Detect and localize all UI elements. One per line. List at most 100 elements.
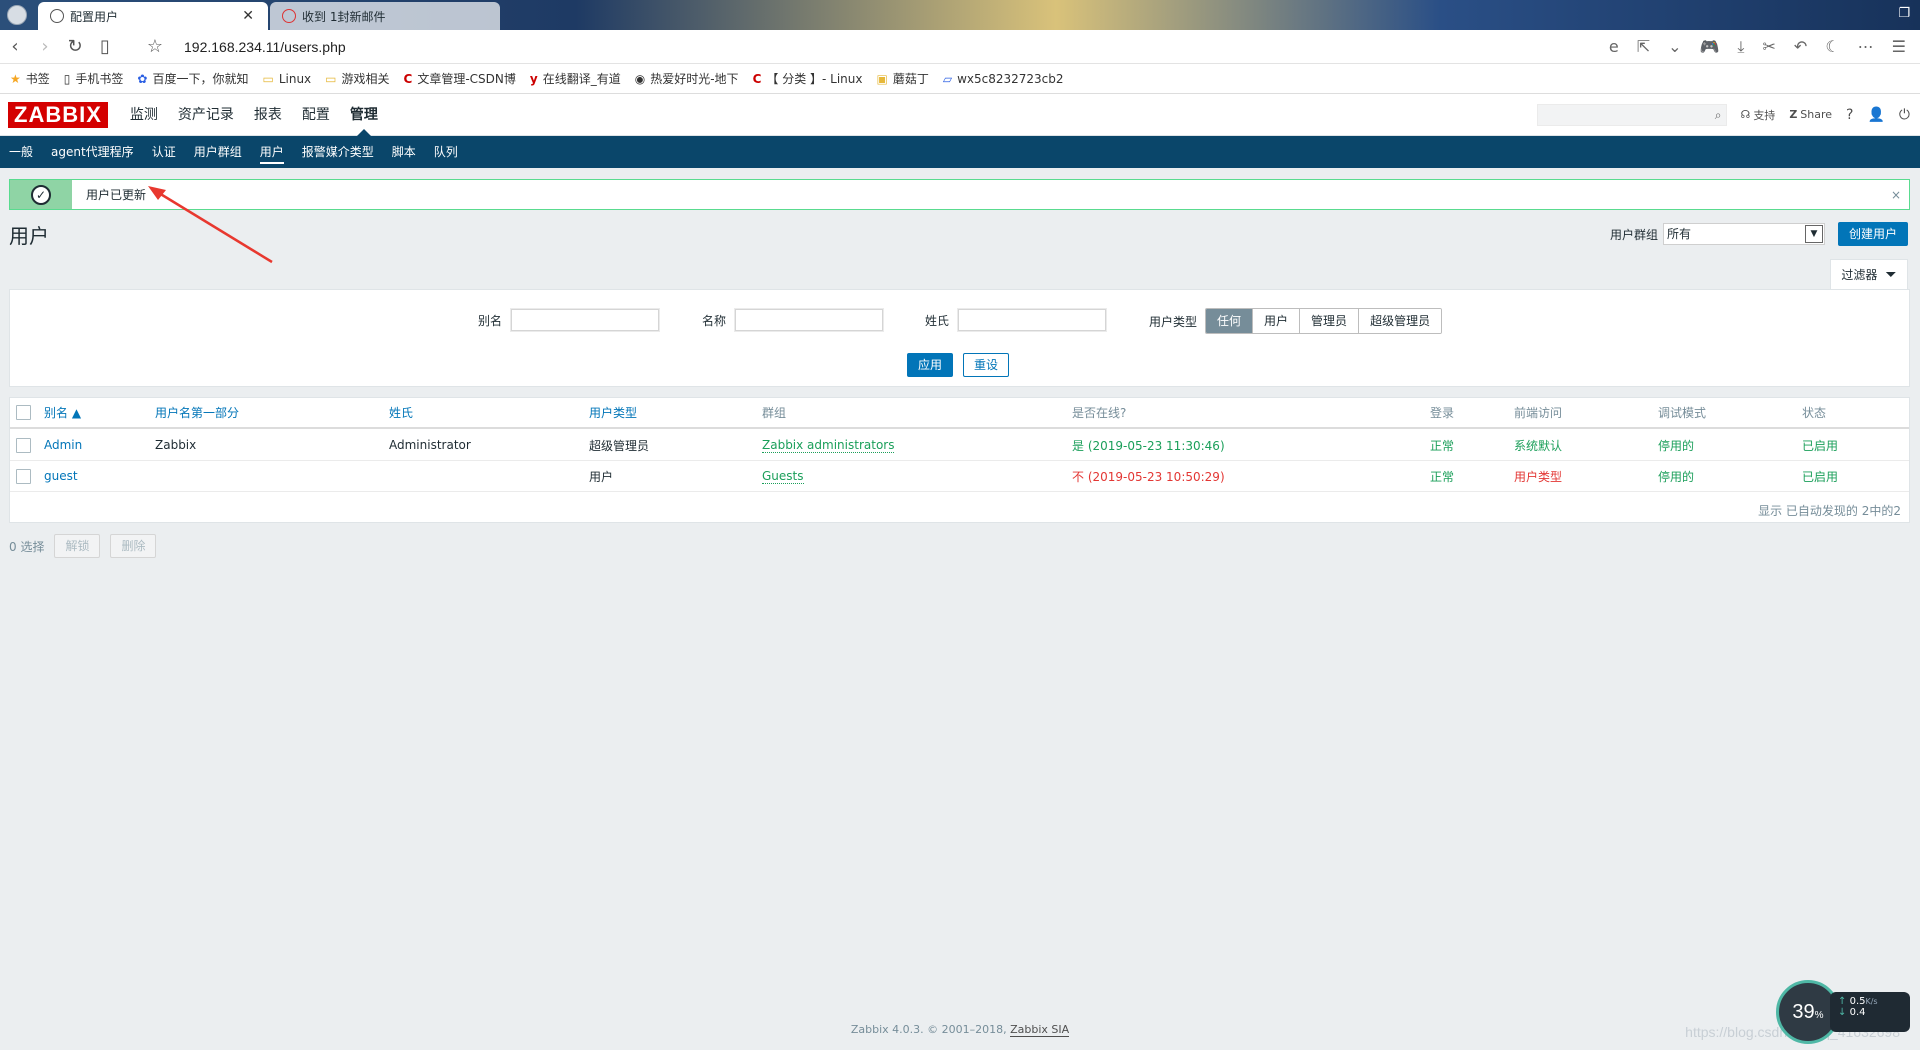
logout-icon[interactable]: ⏻	[1899, 107, 1910, 123]
download-arrow-icon: ↓	[1838, 1007, 1847, 1018]
forward-icon[interactable]: ›	[30, 36, 60, 57]
user-profile-icon[interactable]: 👤	[1867, 107, 1884, 123]
share-icon[interactable]: ⇱	[1637, 37, 1650, 57]
user-frontend-access[interactable]: 系统默认	[1514, 437, 1562, 454]
global-search-input[interactable]: ⌕	[1536, 103, 1727, 126]
header-surname[interactable]: 姓氏	[389, 404, 413, 421]
star-icon[interactable]: ☆	[140, 36, 170, 57]
header-alias[interactable]: 别名 ▲	[44, 404, 81, 421]
browser-tab-mail[interactable]: 收到 1封新邮件	[270, 2, 500, 30]
submenu-proxies[interactable]: agent代理程序	[42, 136, 143, 168]
apply-button[interactable]: 应用	[907, 353, 954, 377]
alias-input[interactable]	[510, 308, 661, 332]
window-controls: ❐	[1898, 6, 1910, 21]
user-alias-link[interactable]: guest	[44, 469, 78, 483]
bookmark-item[interactable]: ◉ 热爱好时光-地下	[635, 70, 739, 87]
delete-button[interactable]: 删除	[110, 534, 157, 558]
bookmark-item[interactable]: ▯ 手机书签	[64, 70, 124, 87]
restore-icon[interactable]: ❐	[1898, 6, 1910, 21]
game-icon[interactable]: 🎮	[1700, 37, 1720, 57]
menu-configuration[interactable]: 配置	[292, 94, 340, 136]
menu-icon[interactable]: ☰	[1892, 37, 1906, 57]
submenu-general[interactable]: 一般	[0, 136, 42, 168]
zabbix-logo[interactable]: ZABBIX	[8, 101, 108, 128]
user-group-link[interactable]: Guests	[762, 469, 804, 484]
bookmark-item[interactable]: ▱ wx5c8232723cb2	[943, 72, 1064, 86]
browser-profile-avatar[interactable]	[0, 0, 34, 30]
user-frontend-access[interactable]: 用户类型	[1514, 468, 1562, 485]
filter-surname: 姓氏	[925, 308, 1108, 332]
row-checkbox[interactable]	[16, 468, 31, 484]
network-speed-widget[interactable]: 39% ↑ 0.5K/s ↓ 0.4	[1776, 980, 1916, 1044]
users-table: 别名 ▲ 用户名第一部分 姓氏 用户类型 群组 是否在线? 登录 前端访问 调试…	[9, 397, 1910, 523]
surname-input[interactable]	[957, 308, 1108, 332]
user-debug-mode[interactable]: 停用的	[1658, 468, 1694, 485]
search-icon[interactable]: ⌕	[1715, 108, 1722, 123]
selected-count: 0 选择	[9, 539, 45, 554]
submenu-scripts[interactable]: 脚本	[383, 136, 425, 168]
menu-inventory[interactable]: 资产记录	[168, 94, 244, 136]
submenu-users[interactable]: 用户	[251, 136, 293, 168]
undo-icon[interactable]: ↶	[1794, 37, 1807, 57]
submenu-authentication[interactable]: 认证	[143, 136, 185, 168]
submenu-media-types[interactable]: 报警媒介类型	[293, 136, 383, 168]
user-type-user[interactable]: 用户	[1253, 309, 1301, 333]
tab-title: 配置用户	[70, 9, 119, 24]
bookmark-item[interactable]: y 在线翻译_有道	[530, 70, 621, 87]
reset-button[interactable]: 重设	[963, 353, 1010, 377]
unblock-button[interactable]: 解锁	[54, 534, 101, 558]
submenu-user-groups[interactable]: 用户群组	[185, 136, 251, 168]
url-field[interactable]: 192.168.234.11/users.php	[184, 39, 346, 55]
help-icon[interactable]: ?	[1846, 107, 1853, 123]
footer-link[interactable]: Zabbix SIA	[1010, 1023, 1070, 1037]
share-link[interactable]: Z Share	[1789, 108, 1832, 121]
user-status[interactable]: 已启用	[1802, 468, 1838, 485]
close-tab-icon[interactable]: ✕	[242, 8, 254, 24]
filter-tab[interactable]: 过滤器 ⏷	[1830, 259, 1908, 289]
header-name[interactable]: 用户名第一部分	[155, 404, 239, 421]
user-group-link[interactable]: Zabbix administrators	[762, 438, 895, 453]
header-user-type[interactable]: 用户类型	[589, 404, 637, 421]
user-debug-mode[interactable]: 停用的	[1658, 437, 1694, 454]
menu-reports[interactable]: 报表	[244, 94, 292, 136]
user-surname: Administrator	[389, 438, 471, 452]
close-icon[interactable]: ×	[1891, 188, 1901, 202]
upload-arrow-icon: ↑	[1838, 996, 1847, 1007]
user-type-superadmin[interactable]: 超级管理员	[1359, 309, 1442, 333]
ie-icon[interactable]: e	[1609, 37, 1619, 57]
moon-icon[interactable]: ☾	[1825, 37, 1839, 57]
more-icon[interactable]: ⋯	[1858, 37, 1874, 57]
reload-icon[interactable]: ↻	[60, 36, 90, 57]
bookmark-item[interactable]: ▭ 游戏相关	[325, 70, 389, 87]
chevron-down-icon: ▼	[1804, 225, 1823, 243]
back-icon[interactable]: ‹	[0, 36, 30, 57]
menu-administration[interactable]: 管理	[340, 94, 388, 136]
reader-icon[interactable]: ▯	[90, 36, 120, 57]
header-tools: ⌕ ☊ 支持 Z Share ? 👤 ⏻	[1536, 103, 1920, 126]
chevron-down-icon[interactable]: ⌄	[1668, 37, 1681, 57]
user-type-admin[interactable]: 管理员	[1300, 309, 1360, 333]
user-group-select[interactable]: 所有 ▼	[1662, 223, 1825, 245]
bookmark-item[interactable]: C 【 分类 】- Linux	[753, 70, 863, 87]
user-alias-link[interactable]: Admin	[44, 438, 82, 452]
menu-monitoring[interactable]: 监测	[120, 94, 168, 136]
bookmark-item[interactable]: ★ 书签	[10, 70, 50, 87]
scissors-icon[interactable]: ✂	[1763, 37, 1776, 57]
bookmark-item[interactable]: ▭ Linux	[262, 72, 311, 86]
browser-tab-active[interactable]: 配置用户 ✕	[38, 2, 268, 30]
bookmark-item[interactable]: C 文章管理-CSDN博	[404, 70, 516, 87]
create-user-button[interactable]: 创建用户	[1837, 222, 1908, 246]
address-bar: ‹ › ↻ ▯ ☆ 192.168.234.11/users.php e ⇱ ⌄…	[0, 30, 1920, 64]
user-status[interactable]: 已启用	[1802, 437, 1838, 454]
footer: Zabbix 4.0.3. © 2001–2018, Zabbix SIA	[0, 1023, 1920, 1037]
user-type-any[interactable]: 任何	[1206, 309, 1254, 333]
support-link[interactable]: ☊ 支持	[1741, 107, 1776, 123]
download-icon[interactable]: ⤓	[1737, 37, 1744, 57]
name-input[interactable]	[734, 308, 885, 332]
select-all-checkbox[interactable]	[16, 405, 31, 420]
header-status: 状态	[1802, 406, 1827, 420]
bookmark-item[interactable]: ▣ 蘑菇丁	[876, 70, 928, 87]
bookmark-item[interactable]: ✿ 百度一下，你就知	[137, 70, 248, 87]
submenu-queue[interactable]: 队列	[425, 136, 467, 168]
row-checkbox[interactable]	[16, 437, 31, 453]
